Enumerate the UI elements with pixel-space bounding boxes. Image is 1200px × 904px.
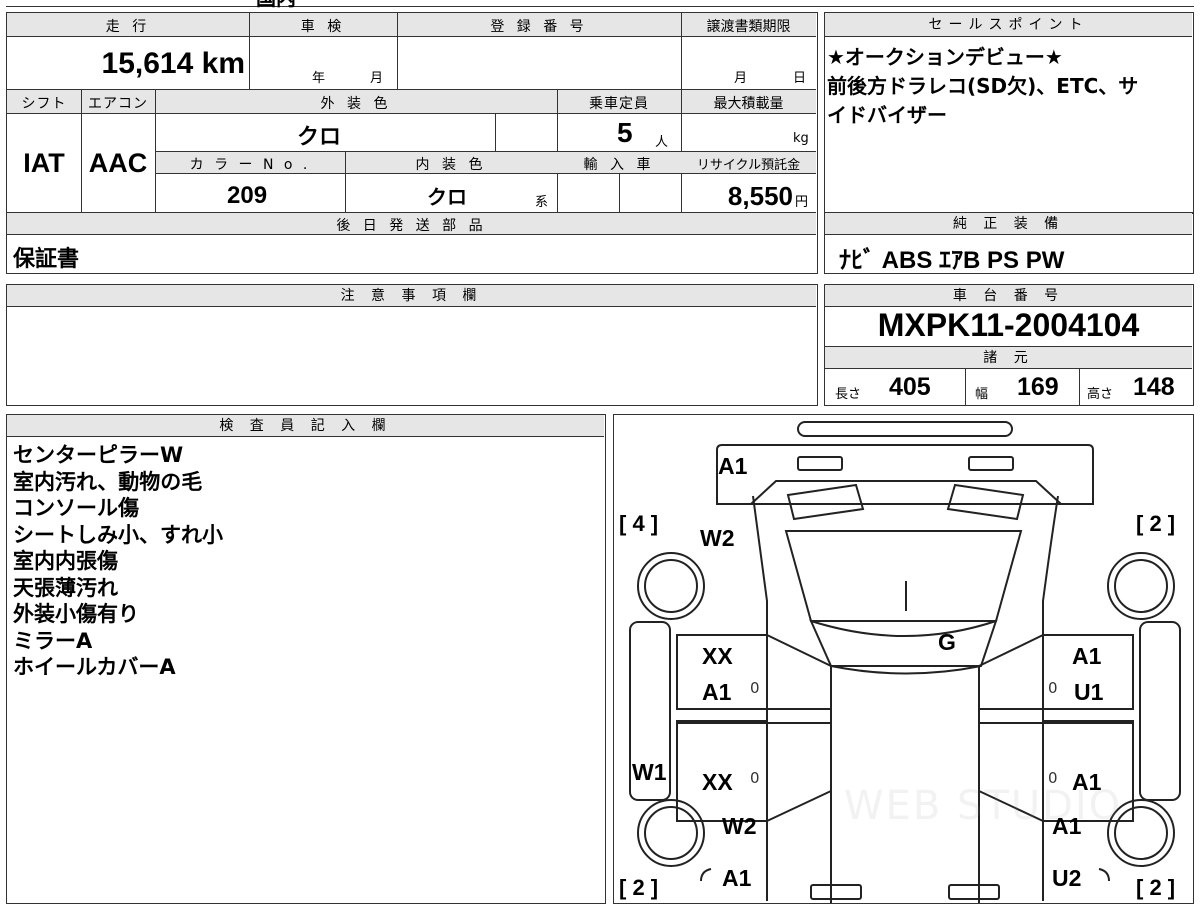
tire-tread-front-left: [ 4 ] [619,511,659,536]
chassis-label: 車 台 番 号 [825,285,1192,307]
tire-tread-rear-right: [ 2 ] [1136,875,1176,900]
recycle-unit: 円 [795,195,809,210]
damage-mark: W1 [632,759,667,785]
sales-points-label: セールスポイント [825,13,1192,37]
ext-color-value: クロ [297,125,342,150]
transfer-day: 日 [793,71,807,86]
damage-mark: XX [702,769,733,795]
inspector-label: 検 査 員 記 入 欄 [7,415,604,437]
ac-label: エアコン [88,96,148,112]
top-edge-row: 国内 [6,0,1194,10]
recycle-value: 8,550 [727,181,793,211]
equipment-box: 純 正 装 備 ﾅﾋﾞ ABS ｴｱB PS PW [824,212,1194,274]
zero-marker: 0 [1048,679,1058,697]
equipment-value: ﾅﾋﾞ ABS ｴｱB PS PW [839,247,1065,274]
damage-mark: A1 [722,865,752,891]
ext-color-label: 外 装 色 [320,96,392,112]
damage-mark: A1 [1072,769,1102,795]
equipment-label: 純 正 装 備 [825,213,1192,235]
int-color-label: 内 装 色 [415,157,487,173]
later-parts-value: 保証書 [13,247,80,272]
damage-mark: A1 [1052,813,1082,839]
damage-mark: XX [702,643,733,669]
car-diagram-box: WEB STUDIO [ 4 ] [ 2 ] [ 2 ] [ 2 ] A1 W2… [613,414,1194,904]
shaken-label: 車 検 [300,19,346,35]
inspector-note: 天張薄汚れ [13,575,118,600]
later-parts-label: 後 日 発 送 部 品 [336,218,487,234]
int-color-value: クロ [427,185,467,209]
recycle-label: リサイクル預託金 [696,158,801,173]
width-label: 幅 [975,387,989,402]
mileage-value: 15,614 km [101,47,245,80]
damage-mark: G [938,629,956,655]
max-load-label: 最大積載量 [713,96,784,112]
inspector-box: 検 査 員 記 入 欄 センターピラーW 室内汚れ、動物の毛 コンソール傷 シー… [6,414,606,904]
cautions-label: 注 意 事 項 欄 [7,285,816,307]
ac-value: AAC [88,148,148,178]
length-label: 長さ [835,387,862,402]
inspector-note: シートしみ小、すれ小 [13,522,223,547]
length-value: 405 [889,373,931,401]
tire-tread-front-right: [ 2 ] [1136,511,1176,536]
damage-mark: U2 [1052,865,1082,891]
inspector-notes: センターピラーW 室内汚れ、動物の毛 コンソール傷 シートしみ小、すれ小 室内内… [13,442,223,681]
height-label: 高さ [1087,387,1114,402]
import-label: 輸 入 車 [583,157,655,173]
capacity-value: 5 [617,117,633,148]
registration-label: 登 録 番 号 [490,19,588,35]
mileage-label: 走 行 [105,19,151,35]
vehicle-info-box: 走 行 車 検 登 録 番 号 譲渡書類期限 15,614 km 年 月 月 日… [6,12,818,274]
car-outline [629,421,1181,903]
tire-tread-rear-left: [ 2 ] [619,875,659,900]
shift-value: IAT [23,148,65,178]
damage-mark: U1 [1074,679,1104,705]
shift-label: シフト [21,96,67,112]
color-no-value: 209 [227,182,268,209]
sales-point-line: ★オークションデビュー★ [827,45,1063,69]
chassis-box: 車 台 番 号 MXPK11-2004104 諸 元 長さ 405 幅 169 … [824,284,1194,406]
inspector-note: 室内汚れ、動物の毛 [13,469,203,494]
inspector-note: ミラーA [13,628,93,653]
capacity-unit: 人 [655,135,669,150]
transfer-deadline-label: 譲渡書類期限 [706,19,791,35]
height-value: 148 [1133,373,1175,401]
cautions-box: 注 意 事 項 欄 [6,284,818,406]
damage-mark: A1 [1072,643,1102,669]
inspector-note: センターピラーW [13,443,184,467]
color-no-label: カ ラ ー N o . [189,157,311,173]
max-load-unit: kg [793,131,809,146]
transfer-month: 月 [734,71,748,86]
zero-marker: 0 [1048,769,1058,787]
top-partial-text: 国内 [256,0,296,11]
shaken-month: 月 [370,71,384,86]
sales-points-text: ★オークションデビュー★ 前後方ドラレコ(SD欠)、ETC、サ イドバイザー [827,43,1138,130]
inspector-note: ホイールカバーA [13,655,176,679]
int-color-suffix: 系 [535,195,549,210]
shaken-year: 年 [312,71,326,86]
sales-points-box: セールスポイント ★オークションデビュー★ 前後方ドラレコ(SD欠)、ETC、サ… [824,12,1194,214]
spec-label: 諸 元 [825,347,1192,369]
zero-marker: 0 [750,679,760,697]
width-value: 169 [1017,373,1059,401]
sales-point-line: イドバイザー [827,103,947,127]
sales-point-line: 前後方ドラレコ(SD欠)、ETC、サ [827,74,1139,98]
damage-mark: W2 [722,813,757,839]
damage-mark: W2 [700,525,735,551]
damage-mark: A1 [718,453,748,479]
damage-mark: A1 [702,679,732,705]
inspector-note: 室内内張傷 [13,549,118,573]
capacity-label: 乗車定員 [589,96,649,112]
zero-marker: 0 [750,769,760,787]
chassis-number: MXPK11-2004104 [877,307,1140,343]
inspector-note: コンソール傷 [13,496,139,520]
inspector-note: 外装小傷有り [13,602,139,626]
